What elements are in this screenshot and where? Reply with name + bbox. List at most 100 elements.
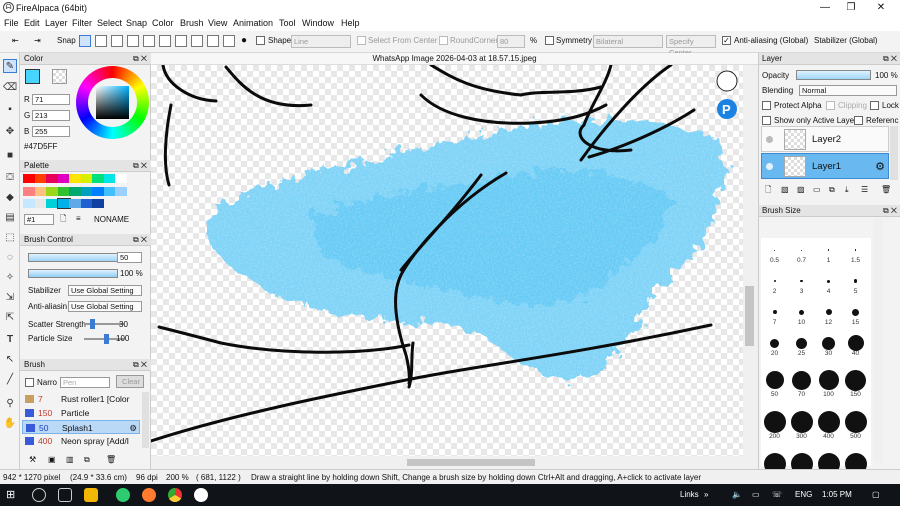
collapse-right-icon[interactable]: ⇥ — [34, 35, 41, 47]
palette-page-select[interactable]: #1 — [24, 214, 54, 225]
panel-close-icon[interactable]: ⧉ ✕ — [133, 53, 147, 65]
visibility-eye-icon[interactable] — [766, 136, 773, 143]
brush-size-slider[interactable] — [28, 253, 118, 262]
lock-checkbox[interactable] — [870, 101, 879, 111]
r-input[interactable]: 71 — [32, 94, 70, 105]
layer-folder-icon[interactable]: ▭ — [813, 185, 821, 195]
fill-tool-icon[interactable]: ◆ — [3, 191, 17, 205]
brush-size-dot[interactable] — [818, 370, 839, 390]
brush-settings-gear-icon[interactable]: ⚙ — [129, 421, 137, 435]
panel-close-icon[interactable]: ⧉ ✕ — [133, 160, 147, 172]
menu-snap[interactable]: Snap — [126, 18, 147, 28]
horizontal-scroll-thumb[interactable] — [407, 459, 535, 466]
snap-dot-icon[interactable]: ● — [241, 35, 247, 47]
panel-close-icon[interactable]: ⧉ ✕ — [133, 234, 147, 246]
move-tool-icon[interactable]: ✥ — [3, 125, 17, 139]
brush-size-dot[interactable] — [845, 369, 866, 391]
new-palette-icon[interactable]: 🗋 — [60, 214, 66, 224]
shape-checkbox[interactable] — [256, 35, 265, 47]
palette-swatch[interactable] — [69, 199, 81, 208]
new-layer-icon[interactable]: 🗋 — [765, 185, 771, 195]
brush-size-input[interactable]: 50 — [117, 252, 142, 263]
panel-close-icon[interactable]: ⧉ ✕ — [883, 53, 897, 65]
layer-row-layer1[interactable]: Layer1 ⚙ — [761, 153, 889, 179]
palette-swatch[interactable] — [57, 174, 70, 183]
task-view-icon[interactable] — [58, 488, 72, 502]
chrome-icon[interactable] — [168, 488, 182, 502]
snap-circle-icon[interactable] — [159, 35, 171, 47]
bucket-tool-icon[interactable]: ⛋ — [3, 171, 17, 185]
brush-size-dot[interactable] — [770, 338, 779, 348]
palette-menu-icon[interactable]: ≡ — [76, 214, 81, 224]
delete-layer-icon[interactable]: 🗑 — [881, 185, 891, 195]
brush-size-dot[interactable] — [772, 310, 777, 314]
menu-tool[interactable]: Tool — [279, 18, 296, 28]
symmetry-dropdown[interactable]: Bilateral — [593, 35, 663, 48]
canvas-tab[interactable]: WhatsApp Image 2026-04-03 at 18.57.15.jp… — [151, 53, 758, 65]
select-eraser-icon[interactable]: ⇱ — [3, 311, 17, 325]
eyedropper-icon[interactable]: ⚲ — [3, 397, 17, 411]
vertical-scroll-thumb[interactable] — [745, 286, 754, 346]
palette-swatch[interactable] — [69, 186, 81, 196]
menu-view[interactable]: View — [208, 18, 227, 28]
symmetry-checkbox[interactable] — [545, 35, 554, 47]
antialias-checkbox[interactable]: ✓ — [722, 35, 731, 47]
menu-animation[interactable]: Animation — [233, 18, 273, 28]
primary-color-swatch[interactable] — [25, 69, 40, 84]
brush-size-dot[interactable] — [763, 411, 786, 433]
stabilizer-global-button[interactable]: Stabilizer (Global) — [814, 35, 878, 47]
panel-close-icon[interactable]: ⧉ ✕ — [133, 359, 147, 371]
palette-swatch[interactable] — [57, 186, 70, 196]
color-wheel[interactable] — [76, 66, 149, 139]
scatter-strength-slider[interactable] — [84, 319, 124, 329]
layer-list-scrollbar[interactable] — [890, 126, 898, 180]
select-tool-icon[interactable]: ⬚ — [3, 231, 17, 245]
clipping-checkbox[interactable] — [826, 101, 835, 111]
palette-swatch[interactable] — [92, 199, 104, 208]
brush-folder-icon[interactable]: ▥ — [66, 455, 74, 465]
notifications-icon[interactable]: ▢ — [872, 490, 880, 499]
palette-swatch[interactable] — [56, 198, 71, 209]
antialias-select[interactable]: Use Global Setting — [68, 301, 142, 312]
palette-swatch[interactable] — [34, 199, 47, 208]
whatsapp-icon[interactable] — [116, 488, 130, 502]
menu-file[interactable]: File — [4, 18, 19, 28]
brush-list-scrollbar[interactable] — [142, 392, 149, 448]
hand-tool-icon[interactable]: ✋ — [3, 417, 17, 431]
maximize-button[interactable]: ❐ — [836, 0, 866, 16]
menu-select[interactable]: Select — [97, 18, 122, 28]
snap-off-icon[interactable] — [79, 35, 91, 47]
palette-swatch[interactable] — [46, 199, 58, 208]
menu-brush[interactable]: Brush — [180, 18, 204, 28]
palette-swatch[interactable] — [92, 174, 104, 183]
snap-curve-icon[interactable] — [175, 35, 187, 47]
palette-swatch[interactable] — [23, 199, 35, 208]
visibility-eye-icon[interactable] — [766, 163, 773, 170]
gradient-tool-icon[interactable]: ▤ — [3, 211, 17, 225]
brush-size-dot[interactable] — [796, 337, 807, 349]
links-toolbar[interactable]: Links — [680, 490, 699, 499]
file-explorer-icon[interactable] — [84, 488, 98, 502]
operation-tool-icon[interactable]: ↖ — [3, 353, 17, 367]
reference-checkbox[interactable] — [854, 116, 863, 126]
palette-swatch[interactable] — [80, 186, 93, 196]
frame-divider-icon[interactable]: ╱ — [3, 373, 17, 387]
palette-swatch[interactable] — [69, 174, 81, 183]
stabilizer-select[interactable]: Use Global Setting — [68, 285, 142, 296]
firealpaca-taskbar-icon[interactable] — [194, 488, 208, 502]
brush-opacity-slider[interactable] — [28, 269, 118, 278]
brush-item-particle[interactable]: 150 Particle — [22, 406, 140, 420]
firefox-icon[interactable] — [142, 488, 156, 502]
brush-size-dot[interactable] — [773, 280, 776, 282]
brush-size-dot[interactable] — [817, 411, 840, 433]
snap-perspective2-icon[interactable] — [207, 35, 219, 47]
layer-settings-gear-icon[interactable]: ⚙ — [875, 160, 885, 173]
menu-filter[interactable]: Filter — [72, 18, 92, 28]
layer-row-layer2[interactable]: Layer2 — [761, 126, 889, 152]
menu-help[interactable]: Help — [341, 18, 360, 28]
new-1bit-layer-icon[interactable]: ▨ — [797, 185, 805, 195]
palette-swatch[interactable] — [103, 186, 116, 196]
select-from-center-checkbox[interactable] — [357, 35, 366, 47]
g-input[interactable]: 213 — [32, 110, 70, 121]
brush-item-splash1[interactable]: 50 Splash1 ⚙ — [22, 420, 140, 434]
